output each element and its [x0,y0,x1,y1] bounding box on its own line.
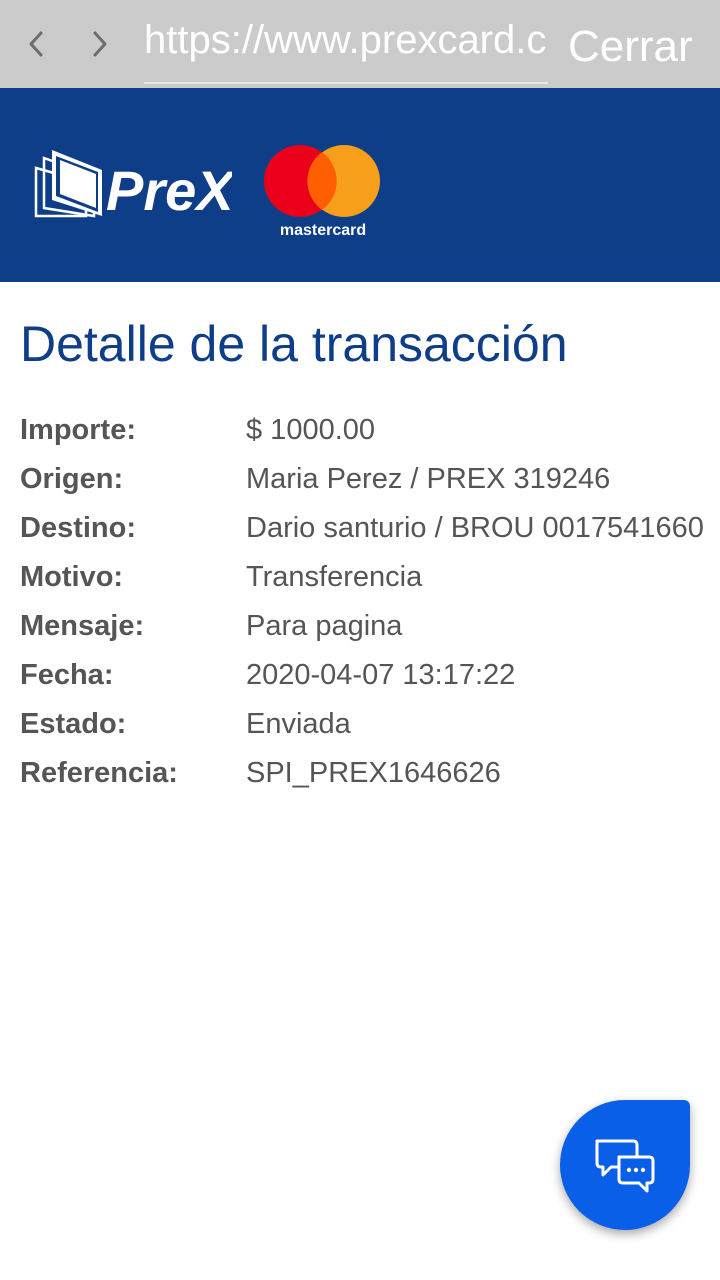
detail-label: Destino: [20,512,136,544]
detail-value: Maria Perez / PREX 319246 [246,463,611,495]
browser-bar: https://www.prexcard.com Cerrar [0,0,720,88]
transaction-details: Importe: $ 1000.00 Origen: Maria Perez /… [20,406,720,798]
chevron-right-icon [93,31,107,57]
brand-header: PreX mastercard [0,88,720,282]
detail-row-referencia: Referencia: SPI_PREX1646626 [20,749,720,798]
prex-logo: PreX [32,146,237,222]
detail-value: Para pagina [246,610,403,642]
url-field[interactable]: https://www.prexcard.com [144,12,548,84]
page: https://www.prexcard.com Cerrar PreX mas… [0,0,720,1280]
mastercard-logo: mastercard [262,144,384,240]
detail-row-origen: Origen: Maria Perez / PREX 319246 [20,455,720,504]
detail-label: Estado: [20,708,127,740]
detail-label: Origen: [20,463,124,495]
detail-row-motivo: Motivo: Transferencia [20,553,720,602]
detail-label: Importe: [20,414,136,446]
prex-logo-text: PreX [106,159,232,220]
detail-row-destino: Destino: Dario santurio / BROU 001754166… [20,504,720,553]
back-button[interactable] [16,22,56,66]
page-title: Detalle de la transacción [20,316,568,372]
detail-value: SPI_PREX1646626 [246,757,501,789]
detail-label: Referencia: [20,757,178,789]
forward-button[interactable] [80,22,120,66]
chevron-left-icon [29,31,43,57]
chat-button[interactable] [560,1100,690,1230]
detail-label: Mensaje: [20,610,145,642]
detail-row-fecha: Fecha: 2020-04-07 13:17:22 [20,651,720,700]
detail-row-mensaje: Mensaje: Para pagina [20,602,720,651]
detail-value: Enviada [246,708,351,740]
detail-value: Dario santurio / BROU 0017541660 [246,512,704,544]
detail-label: Motivo: [20,561,124,593]
detail-row-estado: Estado: Enviada [20,700,720,749]
mastercard-logo-text: mastercard [280,222,366,239]
detail-value: $ 1000.00 [246,414,376,446]
detail-value: 2020-04-07 13:17:22 [246,659,516,691]
chat-bubbles-icon [595,1139,655,1193]
detail-label: Fecha: [20,659,114,691]
url-text: https://www.prexcard.com [144,18,548,62]
detail-row-importe: Importe: $ 1000.00 [20,406,720,455]
detail-value: Transferencia [246,561,423,593]
close-button[interactable]: Cerrar [568,20,693,74]
